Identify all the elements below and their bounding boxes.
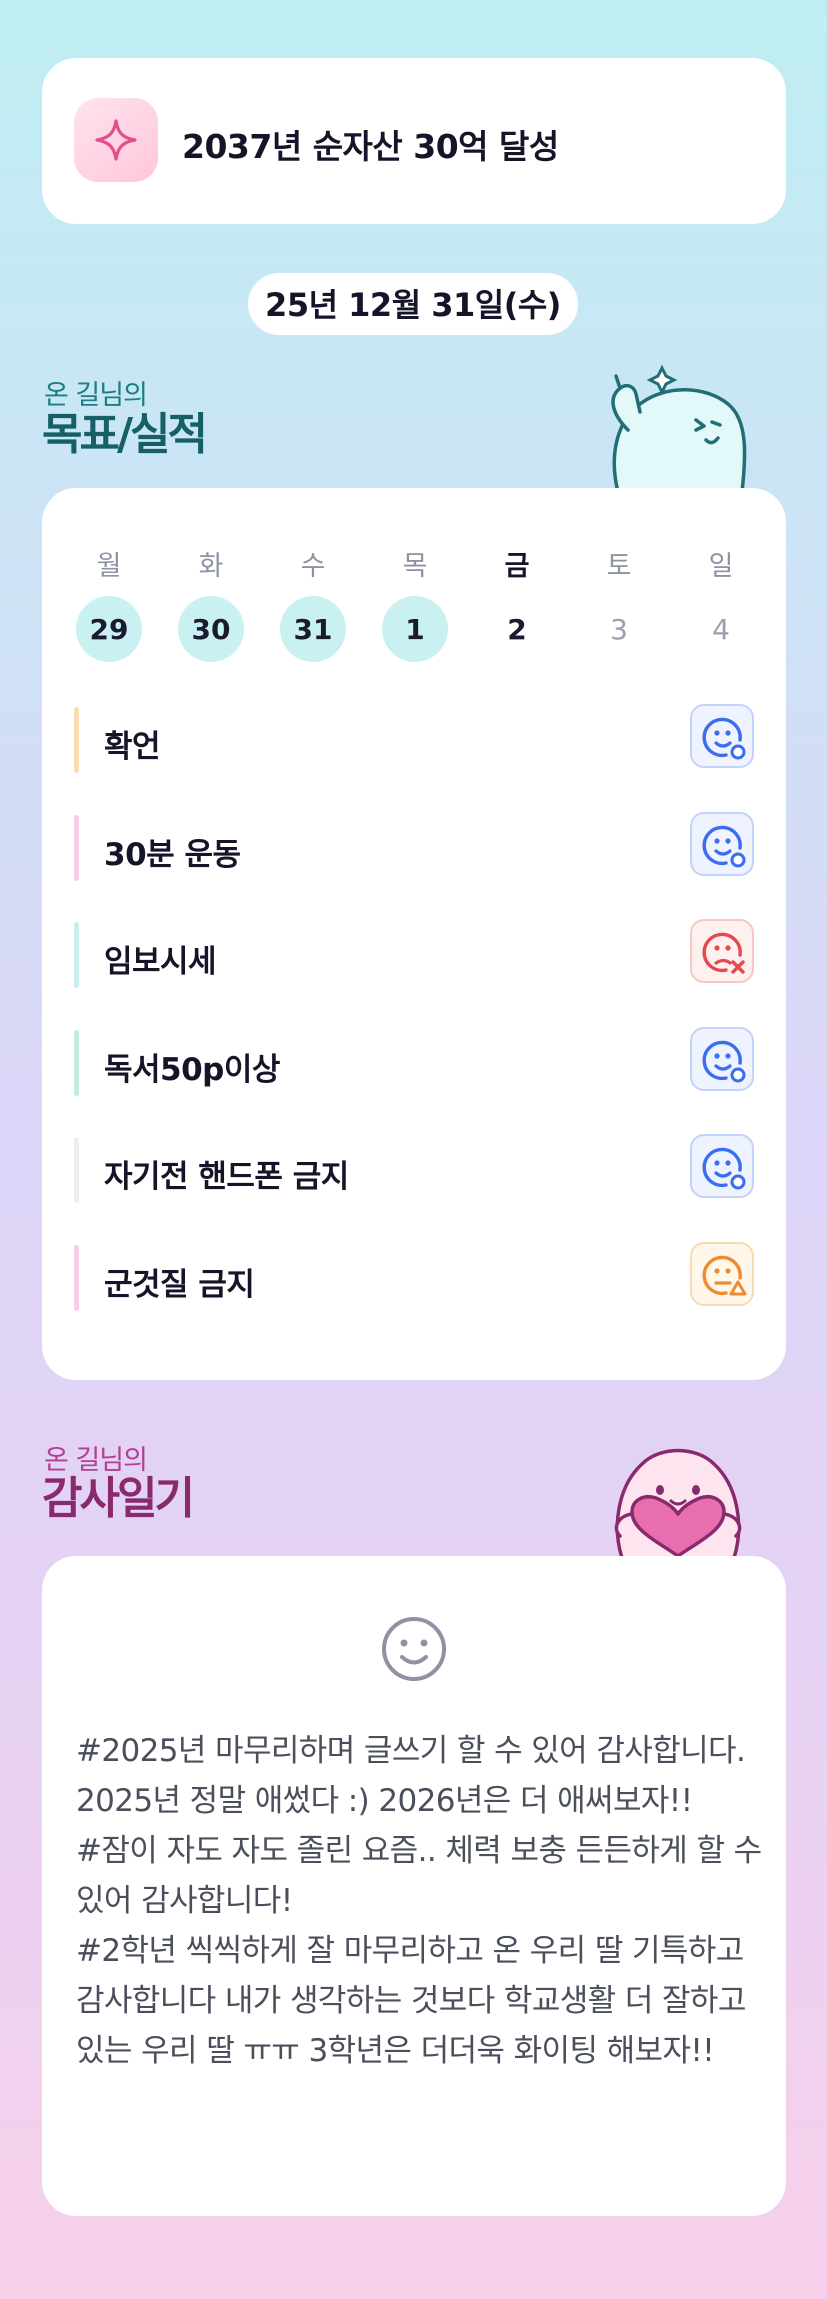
habit-row[interactable]: 확언: [74, 704, 754, 773]
day-name: 목: [402, 551, 428, 582]
habit-status-warn-icon[interactable]: [690, 1241, 754, 1306]
habit-row[interactable]: 군것질 금지: [74, 1241, 754, 1311]
habit-row[interactable]: 자기전 핸드폰 금지: [74, 1134, 754, 1203]
habit-status-good-icon[interactable]: [690, 704, 754, 768]
smile-icon[interactable]: [379, 1614, 449, 1684]
day-name: 일: [708, 551, 734, 582]
day-name: 금: [504, 551, 530, 582]
day-number[interactable]: 29: [76, 596, 142, 662]
habit-label: 군것질 금지: [104, 1266, 255, 1303]
sparkle-icon: [74, 98, 158, 182]
day-number[interactable]: 2: [484, 596, 550, 662]
habit-status-good-icon[interactable]: [690, 811, 754, 876]
day-number[interactable]: 1: [382, 596, 448, 662]
goal-text: 2037년 순자산 30억 달성: [182, 127, 559, 166]
habit-status-bad-icon[interactable]: [690, 919, 754, 983]
day-number[interactable]: 4: [688, 596, 754, 662]
day-name: 수: [300, 551, 326, 582]
habit-color-bar: [74, 1244, 79, 1311]
habit-color-bar: [74, 814, 79, 881]
habit-label: 30분 운동: [104, 836, 241, 873]
gratitude-text: #2025년 마무리하며 글쓰기 할 수 있어 감사합니다. 2025년 정말 …: [76, 1733, 762, 2069]
day-number[interactable]: 3: [586, 596, 652, 662]
day-name: 월: [96, 551, 122, 582]
goals-section-title: 목표/실적: [42, 409, 208, 460]
date-selector[interactable]: 25년 12월 31일(수): [248, 273, 578, 335]
habit-row[interactable]: 30분 운동: [74, 811, 754, 881]
habit-row[interactable]: 임보시세: [74, 919, 754, 988]
habit-color-bar: [74, 1137, 79, 1203]
habit-label: 독서50p이상: [104, 1051, 280, 1088]
mascot-illustration: [611, 364, 747, 492]
habit-color-bar: [74, 922, 79, 988]
day-name: 화: [198, 551, 224, 582]
habit-label: 임보시세: [104, 944, 217, 980]
gratitude-section-title: 감사일기: [42, 1473, 195, 1524]
habit-status-good-icon[interactable]: [690, 1134, 754, 1198]
weekly-tracker-card: 월 29 화 30 수 31 목 1 금 2 토 3 일 4 확언 30분 운동임보시세독서50p이상자기전…: [42, 488, 786, 1380]
habit-label: 자기전 핸드폰 금지: [104, 1159, 349, 1195]
gratitude-journal-card[interactable]: #2025년 마무리하며 글쓰기 할 수 있어 감사합니다. 2025년 정말 …: [42, 1556, 786, 2216]
habit-color-bar: [74, 707, 79, 773]
habit-status-good-icon[interactable]: [690, 1026, 754, 1091]
day-number[interactable]: 30: [178, 596, 244, 662]
habit-label: 확언: [104, 729, 161, 765]
day-name: 토: [606, 551, 632, 582]
day-number[interactable]: 31: [280, 596, 346, 662]
habit-color-bar: [74, 1029, 79, 1096]
habit-row[interactable]: 독서50p이상: [74, 1026, 754, 1096]
goal-card[interactable]: 2037년 순자산 30억 달성: [42, 58, 786, 224]
mascot-heart-illustration: [614, 1448, 742, 1558]
